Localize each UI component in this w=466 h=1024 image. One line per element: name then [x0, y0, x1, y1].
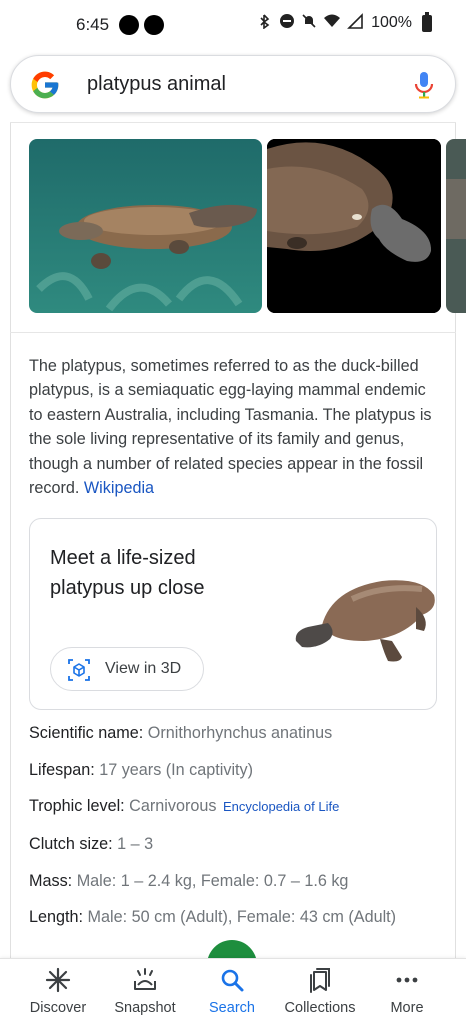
3d-cube-icon — [68, 659, 90, 681]
signal-icon — [347, 13, 363, 33]
asterisk-icon — [45, 967, 71, 993]
platypus-photo-closeup[interactable] — [267, 139, 441, 313]
nav-item-snapshot[interactable]: Snapshot — [100, 967, 190, 1023]
fact-label: Clutch size: — [29, 835, 113, 853]
description-body: The platypus, sometimes referred to as t… — [29, 357, 432, 498]
status-icons: 100% — [257, 11, 432, 33]
description-text: The platypus, sometimes referred to as t… — [29, 354, 441, 500]
nav-label-discover: Discover — [29, 1000, 87, 1016]
fact-value: 1 – 3 — [117, 835, 154, 853]
fact-label: Trophic level: — [29, 797, 125, 815]
fact-label: Lifespan: — [29, 761, 95, 779]
battery-percent: 100% — [371, 14, 412, 31]
fact-label: Mass: — [29, 872, 73, 890]
fact-value: Male: 1 – 2.4 kg, Female: 0.7 – 1.6 kg — [76, 872, 349, 890]
view-in-3d-button[interactable]: View in 3D — [50, 647, 204, 691]
fact-value: Carnivorous — [129, 797, 217, 815]
wifi-icon — [323, 13, 341, 33]
nav-item-collections[interactable]: Collections — [275, 967, 365, 1023]
card-3d-title: Meet a life-sized platypus up close — [50, 547, 205, 599]
platypus-photo-partial[interactable] — [446, 139, 466, 313]
status-bar: 6:45 100% — [0, 0, 466, 50]
bottom-navigation: Discover Snapshot Search Collections Mor… — [0, 958, 466, 1024]
nav-label-more: More — [390, 1000, 424, 1016]
notification-dot-icon — [119, 15, 139, 35]
platypus-photo-swimming[interactable] — [29, 139, 262, 313]
fact-mass: Mass: Male: 1 – 2.4 kg, Female: 0.7 – 1.… — [29, 872, 348, 891]
search-icon — [221, 969, 244, 992]
muted-bell-icon — [301, 13, 317, 33]
nav-item-discover[interactable]: Discover — [13, 967, 103, 1023]
status-time: 6:45 — [76, 15, 110, 34]
collections-icon — [310, 968, 330, 993]
fact-label: Length: — [29, 908, 84, 926]
fact-scientific-name: Scientific name: Ornithorhynchus anatinu… — [29, 724, 332, 743]
nav-label-collections: Collections — [284, 1000, 356, 1016]
google-logo-icon — [31, 71, 59, 99]
fact-length: Length: Male: 50 cm (Adult), Female: 43 … — [29, 908, 396, 927]
view-in-3d-card[interactable]: Meet a life-sized platypus up close View… — [29, 518, 437, 710]
microphone-icon[interactable] — [413, 70, 435, 100]
more-icon — [396, 977, 418, 983]
nav-item-more[interactable]: More — [362, 967, 452, 1023]
snapshot-icon — [134, 968, 156, 990]
fact-label: Scientific name: — [29, 724, 144, 742]
fact-value: Male: 50 cm (Adult), Female: 43 cm (Adul… — [87, 908, 397, 926]
platypus-3d-model-image — [295, 580, 435, 662]
search-input[interactable]: platypus animal — [87, 73, 226, 96]
nav-label-snapshot: Snapshot — [114, 1000, 176, 1016]
section-divider — [10, 332, 456, 333]
fact-value: 17 years (In captivity) — [99, 761, 254, 779]
notification-dot-icon — [144, 15, 164, 35]
nav-item-search[interactable]: Search — [187, 967, 277, 1023]
wikipedia-link[interactable]: Wikipedia — [84, 479, 154, 497]
fact-trophic-level: Trophic level: Carnivorous Encyclopedia … — [29, 797, 339, 816]
bluetooth-vibrate-icon — [257, 13, 273, 33]
search-bar[interactable]: platypus animal — [10, 55, 456, 113]
fact-value[interactable]: Ornithorhynchus anatinus — [148, 724, 332, 742]
panel-top-divider — [10, 122, 456, 123]
do-not-disturb-icon — [279, 13, 295, 33]
encyclopedia-of-life-link[interactable]: Encyclopedia of Life — [223, 799, 339, 814]
battery-icon — [422, 11, 432, 32]
fact-lifespan: Lifespan: 17 years (In captivity) — [29, 761, 253, 780]
view-in-3d-label: View in 3D — [105, 660, 182, 677]
nav-label-search: Search — [209, 1000, 255, 1016]
fact-clutch-size: Clutch size: 1 – 3 — [29, 835, 153, 854]
